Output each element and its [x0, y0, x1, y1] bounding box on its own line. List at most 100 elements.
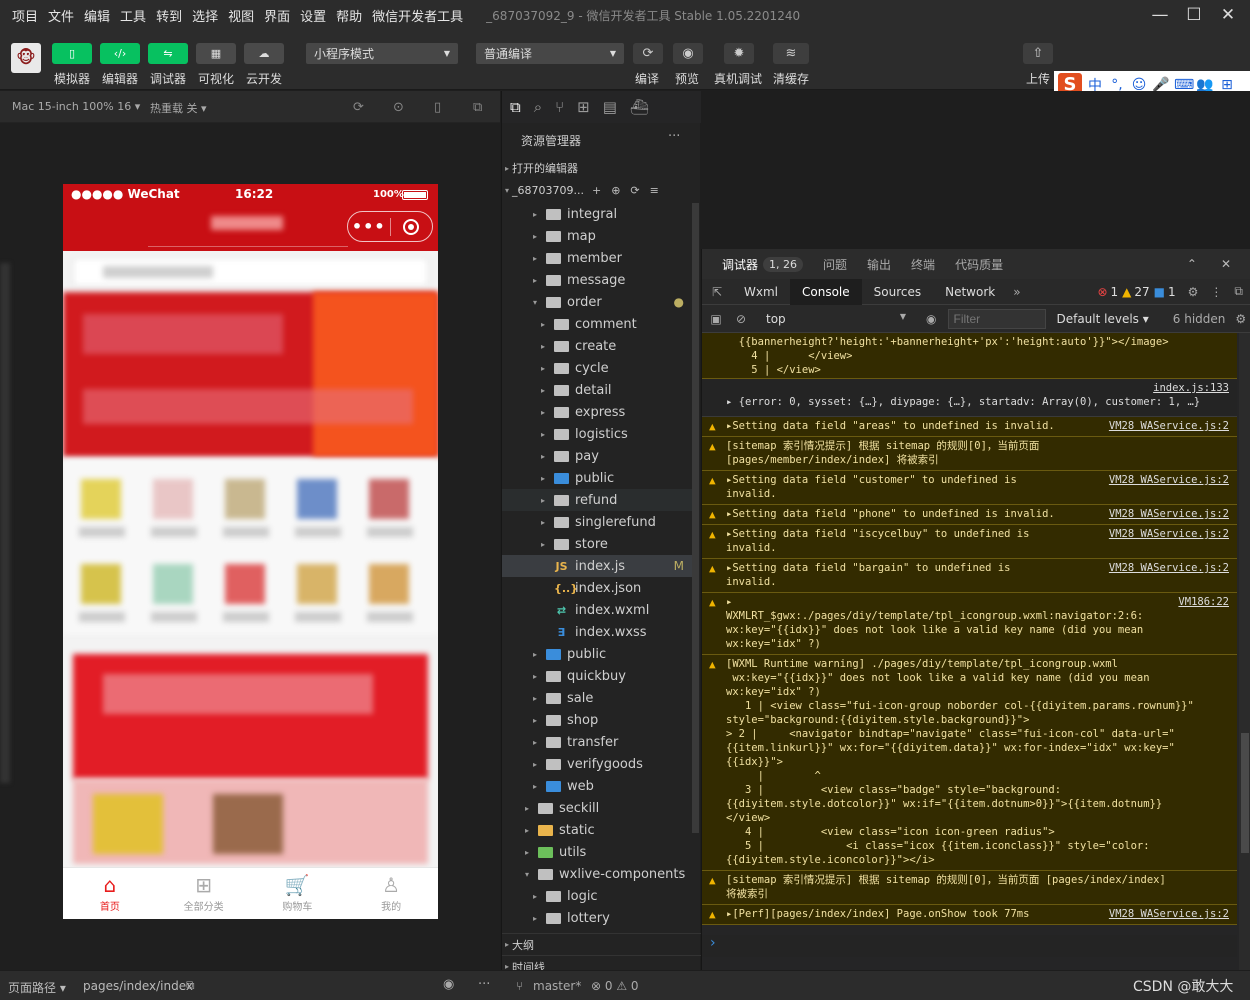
- device-select[interactable]: Mac 15-inch 100% 16 ▾: [12, 100, 140, 113]
- devtools-collapse-icon[interactable]: ⌃: [1187, 257, 1197, 271]
- tree-item-static[interactable]: ▸ static: [502, 819, 692, 841]
- tab-home[interactable]: ⌂ 首页: [63, 868, 157, 919]
- context-select[interactable]: top ▼: [766, 312, 906, 326]
- tree-item-sale[interactable]: ▸ sale: [502, 687, 692, 709]
- console-message[interactable]: ▲ ▸Setting data field "phone" to undefine…: [702, 505, 1237, 525]
- maximize-button[interactable]: ☐: [1177, 0, 1211, 30]
- menu-item-0[interactable]: 项目: [7, 6, 43, 25]
- collapse-icon[interactable]: ≡: [650, 184, 659, 197]
- close-window-button[interactable]: ✕: [1211, 0, 1245, 30]
- tree-scrollbar[interactable]: [692, 203, 699, 833]
- console-scrollbar[interactable]: [1239, 333, 1250, 970]
- refresh-button[interactable]: ⟳: [633, 43, 663, 64]
- console-source-link[interactable]: VM28 WAService.js:2: [1109, 507, 1229, 521]
- tree-item-map[interactable]: ▸ map: [502, 225, 692, 247]
- menu-item-7[interactable]: 界面: [259, 6, 295, 25]
- menu-item-1[interactable]: 文件: [43, 6, 79, 25]
- tree-item-public[interactable]: ▸ public: [502, 467, 692, 489]
- console-settings-icon[interactable]: ⚙: [1235, 312, 1246, 326]
- code-button[interactable]: ‹/›: [100, 43, 140, 64]
- settings-icon[interactable]: ⚙: [1188, 285, 1199, 299]
- tree-item-utils[interactable]: ▸ utils: [502, 841, 692, 863]
- kebab-icon[interactable]: ⋮: [1210, 285, 1222, 299]
- user-avatar[interactable]: 🐵: [11, 43, 41, 73]
- tab-cart[interactable]: 🛒 购物车: [251, 868, 345, 919]
- eye-icon[interactable]: ◉: [926, 312, 936, 326]
- problems-label[interactable]: ⊗ 0 ⚠ 0: [591, 979, 639, 993]
- subtab-sources[interactable]: Sources: [862, 279, 933, 305]
- tree-item-message[interactable]: ▸ message: [502, 269, 692, 291]
- eye-button[interactable]: ◉: [673, 43, 703, 64]
- console-message[interactable]: {{bannerheight?'height:'+bannerheight+'p…: [702, 333, 1237, 379]
- tree-item-index-js[interactable]: JS index.js M: [502, 555, 692, 577]
- project-section[interactable]: ▾ _68703709... + ⊕ ⟳ ≡: [502, 179, 701, 201]
- console-source-link[interactable]: VM28 WAService.js:2: [1109, 473, 1229, 487]
- menu-item-3[interactable]: 工具: [115, 6, 151, 25]
- new-file-icon[interactable]: +: [592, 184, 601, 197]
- close-mp-icon[interactable]: [391, 218, 433, 235]
- tree-item-store[interactable]: ▸ store: [502, 533, 692, 555]
- console-message[interactable]: ▲ ▸Setting data field "areas" to undefine…: [702, 417, 1237, 437]
- tree-item-cycle[interactable]: ▸ cycle: [502, 357, 692, 379]
- tree-item-verifygoods[interactable]: ▸ verifygoods: [502, 753, 692, 775]
- console-source-link[interactable]: VM28 WAService.js:2: [1109, 419, 1229, 433]
- tree-item-index-wxss[interactable]: ∃ index.wxss: [502, 621, 692, 643]
- subtab-network[interactable]: Network: [933, 279, 1007, 305]
- tree-item-pay[interactable]: ▸ pay: [502, 445, 692, 467]
- console-source-link[interactable]: VM28 WAService.js:2: [1109, 527, 1229, 541]
- outline-section[interactable]: ▸ 大纲: [502, 933, 701, 955]
- tree-item-lottery[interactable]: ▸ lottery: [502, 907, 692, 929]
- tree-item-transfer[interactable]: ▸ transfer: [502, 731, 692, 753]
- compile-select[interactable]: 普通编译 ▼: [476, 43, 624, 64]
- copy-icon[interactable]: ⧉: [186, 978, 195, 993]
- eye-icon[interactable]: ◉: [443, 977, 454, 992]
- subtab-wxml[interactable]: Wxml: [732, 279, 790, 305]
- more-tabs-icon[interactable]: »: [1013, 285, 1020, 299]
- tree-item-index-json[interactable]: {..} index.json: [502, 577, 692, 599]
- console-source-link[interactable]: VM28 WAService.js:2: [1109, 561, 1229, 575]
- page-path-select[interactable]: 页面路径 ▾: [8, 979, 66, 996]
- devtools-tab-1[interactable]: 问题: [823, 256, 847, 273]
- cloud-button[interactable]: ☁: [244, 43, 284, 64]
- console-message[interactable]: ▲ [WXML Runtime warning] ./pages/diy/temp…: [702, 655, 1237, 871]
- open-editors-section[interactable]: ▸ 打开的编辑器: [502, 157, 692, 179]
- menu-item-10[interactable]: 微信开发者工具: [367, 6, 468, 25]
- devtools-tab-2[interactable]: 输出: [867, 256, 891, 273]
- console-message[interactable]: ▲ [sitemap 索引情况提示] 根据 sitemap 的规则[0]，当前页面…: [702, 871, 1237, 905]
- search-icon[interactable]: ⌕: [534, 98, 542, 116]
- more-icon[interactable]: ···: [668, 129, 680, 144]
- tree-item-detail[interactable]: ▸ detail: [502, 379, 692, 401]
- upload-button[interactable]: ⇧: [1023, 43, 1053, 64]
- levels-select[interactable]: Default levels ▾: [1056, 312, 1148, 326]
- toolbar-right-label-0[interactable]: 上传: [1026, 70, 1050, 87]
- tree-item-comment[interactable]: ▸ comment: [502, 313, 692, 335]
- devtools-tab-4[interactable]: 代码质量: [955, 256, 1003, 273]
- devtools-close-icon[interactable]: ✕: [1221, 257, 1231, 271]
- more-icon[interactable]: ···: [478, 977, 490, 992]
- console-source-link[interactable]: VM186:22: [1178, 595, 1229, 609]
- tree-item-create[interactable]: ▸ create: [502, 335, 692, 357]
- debug-icon[interactable]: ▤: [603, 98, 617, 116]
- menu-item-6[interactable]: 视图: [223, 6, 259, 25]
- tree-item-public[interactable]: ▸ public: [502, 643, 692, 665]
- new-folder-icon[interactable]: ⊕: [611, 184, 620, 197]
- tree-item-refund[interactable]: ▸ refund: [502, 489, 692, 511]
- docker-icon[interactable]: ⛴: [630, 98, 649, 116]
- git-icon[interactable]: ⑂: [555, 98, 564, 116]
- tree-item-member[interactable]: ▸ member: [502, 247, 692, 269]
- tree-item-wxlive-components[interactable]: ▾ wxlive-components: [502, 863, 692, 885]
- tree-item-quickbuy[interactable]: ▸ quickbuy: [502, 665, 692, 687]
- extensions-icon[interactable]: ⊞: [577, 98, 590, 116]
- tree-item-logic[interactable]: ▸ logic: [502, 885, 692, 907]
- tree-item-shop[interactable]: ▸ shop: [502, 709, 692, 731]
- more-icon[interactable]: •••: [348, 217, 390, 236]
- menu-item-8[interactable]: 设置: [295, 6, 331, 25]
- mp-capsule[interactable]: •••: [347, 211, 433, 242]
- menu-item-5[interactable]: 选择: [187, 6, 223, 25]
- layout-button[interactable]: ▦: [196, 43, 236, 64]
- branch-label[interactable]: master*: [533, 979, 581, 993]
- console-source-link[interactable]: index.js:133: [1153, 381, 1229, 395]
- console-message[interactable]: ▲ ▸Setting data field "iscycelbuy" to und…: [702, 525, 1237, 559]
- promo-banner-blurred[interactable]: [73, 654, 428, 779]
- tree-item-logistics[interactable]: ▸ logistics: [502, 423, 692, 445]
